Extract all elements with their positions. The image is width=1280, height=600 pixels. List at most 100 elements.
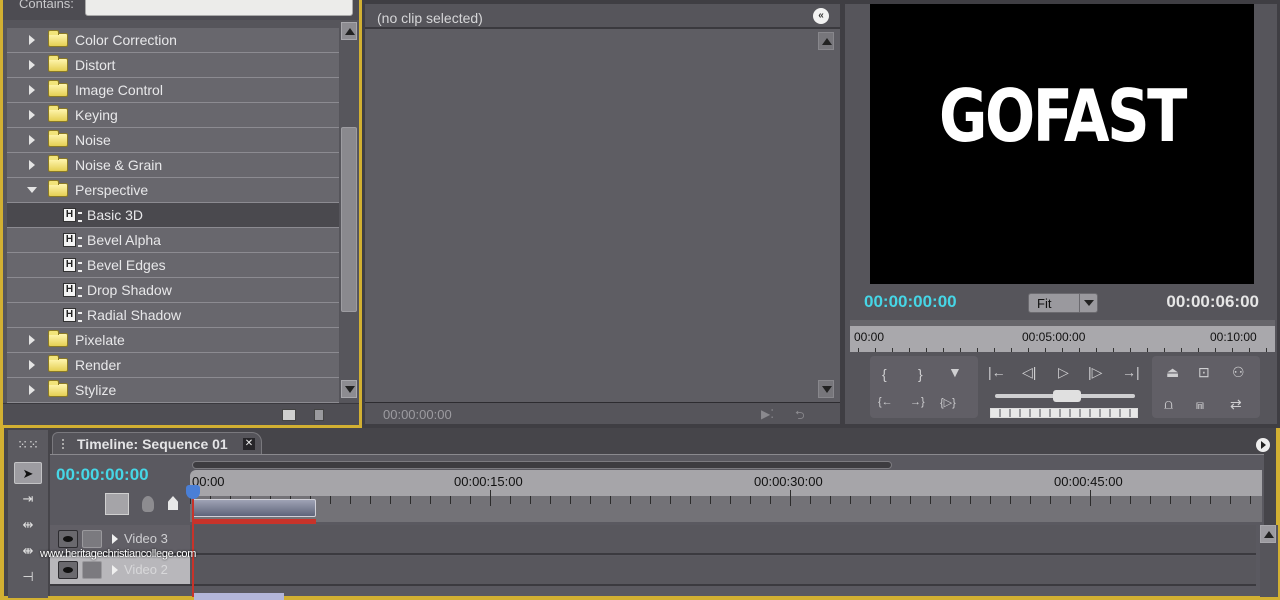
effects-folder[interactable]: Distort [7, 53, 339, 78]
lock-toggle[interactable] [82, 561, 102, 579]
play-in-to-out-button[interactable]: {▷} [940, 396, 956, 409]
rate-stretch-tool-icon[interactable]: ⇼ [14, 540, 42, 562]
timeline-scrollbar[interactable] [1260, 525, 1278, 597]
playhead-handle[interactable] [186, 485, 200, 499]
lift-button[interactable]: ⏏ [1166, 364, 1179, 381]
effect-controls-timecode[interactable]: 00:00:00:00 [383, 407, 452, 422]
set-in-point-button[interactable]: { [882, 366, 887, 382]
drag-grip-icon[interactable] [62, 439, 66, 449]
step-back-marker-button[interactable]: |← [988, 364, 1006, 380]
effects-folder[interactable]: Image Control [7, 78, 339, 103]
razor-tool-icon[interactable]: ⊣ [14, 566, 42, 588]
set-marker-icon[interactable] [142, 496, 154, 512]
effects-folder[interactable]: Pixelate [7, 328, 339, 353]
effects-folder[interactable]: Noise & Grain [7, 153, 339, 178]
filter-icon[interactable]: ▶⁚ [761, 407, 774, 421]
jog-disk[interactable] [990, 408, 1138, 418]
disclosure-closed-icon[interactable] [29, 335, 35, 345]
ruler-tick [530, 496, 531, 504]
disclosure-closed-icon[interactable] [29, 110, 35, 120]
expand-track-icon[interactable] [112, 534, 118, 544]
effects-folder[interactable]: Color Correction [7, 28, 339, 53]
zoom-scroll-bar[interactable] [192, 461, 892, 469]
timeline-time-ruler[interactable]: 00:00 00:00:15:00 00:00:30:00 00:00:45:00 [190, 470, 1262, 522]
program-time-ruler[interactable]: 00:00 00:05:00:00 00:10:00 [850, 320, 1275, 352]
new-custom-bin-icon[interactable] [282, 409, 296, 421]
effect-item[interactable]: H Bevel Alpha [7, 228, 339, 253]
close-icon[interactable]: ✕ [243, 438, 255, 450]
playhead-line[interactable] [192, 495, 194, 597]
trim-button[interactable]: ⚇ [1232, 364, 1245, 381]
ruler-tick [950, 496, 951, 504]
scroll-down-button[interactable] [341, 380, 357, 398]
effect-item[interactable]: H Bevel Edges [7, 253, 339, 278]
effect-item[interactable]: H Radial Shadow [7, 303, 339, 328]
effects-search-input[interactable] [85, 0, 353, 16]
set-marker-button[interactable]: ▼ [948, 364, 962, 380]
step-back-button[interactable]: ◁| [1022, 364, 1036, 381]
insert-button[interactable]: ⩍ [1164, 396, 1173, 413]
disclosure-closed-icon[interactable] [29, 35, 35, 45]
timeline-current-time[interactable]: 00:00:00:00 [56, 465, 149, 485]
selection-tool-icon[interactable]: ➤ [14, 462, 42, 484]
track-content[interactable] [192, 525, 1256, 553]
loop-icon[interactable]: ⮌ [795, 406, 805, 427]
step-forward-marker-button[interactable]: →| [1122, 364, 1140, 380]
snap-toggle-icon[interactable] [105, 493, 129, 515]
scroll-up-button[interactable] [1260, 525, 1276, 543]
expand-track-icon[interactable] [112, 565, 118, 575]
ruler-tick [1170, 496, 1171, 504]
track-content[interactable] [192, 556, 1256, 584]
program-current-time[interactable]: 00:00:00:00 [864, 292, 957, 312]
disclosure-open-icon[interactable] [27, 187, 37, 193]
scroll-thumb[interactable] [341, 127, 357, 312]
rolling-edit-tool-icon[interactable]: ⇹ [14, 514, 42, 536]
effects-folder[interactable]: Keying [7, 103, 339, 128]
step-forward-button[interactable]: |▷ [1088, 364, 1102, 381]
scroll-down-button[interactable] [818, 380, 834, 398]
work-area-bar[interactable] [192, 499, 316, 517]
toggle-take-button[interactable]: ⇄ [1230, 396, 1242, 413]
effect-item[interactable]: H Drop Shadow [7, 278, 339, 303]
scroll-up-button[interactable] [341, 22, 357, 40]
extract-button[interactable]: ⊡ [1198, 364, 1210, 381]
effects-scrollbar[interactable] [340, 22, 358, 400]
track-header[interactable]: Video 2 [50, 556, 190, 584]
effects-folder[interactable]: Stylize [7, 378, 339, 403]
disclosure-closed-icon[interactable] [29, 160, 35, 170]
video-track[interactable]: Video 2 [50, 556, 1256, 586]
lock-toggle[interactable] [82, 530, 102, 548]
disclosure-closed-icon[interactable] [29, 85, 35, 95]
set-out-point-button[interactable]: } [918, 366, 923, 382]
collapse-timeline-icon[interactable]: « [813, 8, 829, 24]
disclosure-closed-icon[interactable] [29, 60, 35, 70]
effects-folder[interactable]: Noise [7, 128, 339, 153]
overlay-button[interactable]: ⩎ [1196, 396, 1204, 413]
eye-icon[interactable] [58, 530, 78, 548]
disclosure-closed-icon[interactable] [29, 385, 35, 395]
panel-menu-icon[interactable] [1256, 438, 1270, 452]
effects-folder[interactable]: Perspective [7, 178, 339, 203]
tab-timeline-sequence[interactable]: Timeline: Sequence 01 ✕ [52, 432, 262, 454]
shuttle-handle[interactable] [1053, 390, 1081, 402]
effects-folder[interactable]: Render [7, 353, 339, 378]
video-track[interactable]: Video 3 [50, 525, 1256, 555]
eye-icon[interactable] [58, 561, 78, 579]
zoom-level-select[interactable]: Fit [1028, 293, 1098, 313]
track-select-tool-icon[interactable]: ⁙⁙ [14, 434, 42, 456]
disclosure-closed-icon[interactable] [29, 135, 35, 145]
play-button[interactable]: ▷ [1058, 364, 1069, 381]
ripple-edit-tool-icon[interactable]: ⇥ [14, 488, 42, 510]
set-encore-marker-icon[interactable] [168, 496, 178, 510]
disclosure-closed-icon[interactable] [29, 360, 35, 370]
video-effect-icon: H [63, 258, 82, 272]
title-clip[interactable] [194, 593, 284, 600]
effect-item[interactable]: H Basic 3D [7, 203, 339, 228]
delete-icon[interactable] [314, 409, 324, 421]
effect-controls-scrollbar[interactable] [818, 32, 836, 398]
shuttle-slider[interactable] [995, 390, 1135, 402]
go-to-out-button[interactable]: →} [910, 396, 925, 408]
chevron-down-icon[interactable] [1079, 294, 1097, 312]
go-to-in-button[interactable]: {← [878, 396, 893, 408]
scroll-up-button[interactable] [818, 32, 834, 50]
